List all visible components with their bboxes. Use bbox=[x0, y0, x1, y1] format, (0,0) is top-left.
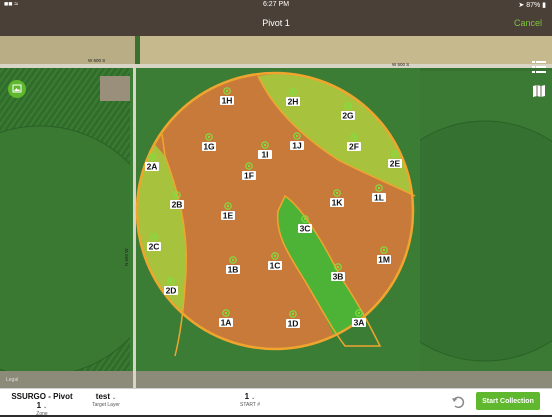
start-number-selector[interactable]: 1 ⌄ START # bbox=[232, 392, 268, 408]
farmstead bbox=[100, 76, 130, 101]
point-label: 1A bbox=[221, 318, 232, 328]
zone-value: SSURGO - Pivot 1 bbox=[11, 392, 73, 410]
point-label: 3C bbox=[300, 224, 311, 234]
target-layer-selector[interactable]: test ⌄ Target Layer bbox=[84, 392, 128, 408]
point-label: 3B bbox=[333, 272, 344, 282]
map-icon bbox=[533, 85, 545, 97]
zone-selector[interactable]: SSURGO - Pivot 1 ⌄ Zone bbox=[6, 392, 78, 417]
point-label: 1M bbox=[378, 255, 390, 265]
point-label: 1C bbox=[270, 261, 281, 271]
image-layer-button[interactable] bbox=[8, 80, 26, 98]
point-label: 3A bbox=[354, 318, 365, 328]
point-label: 1B bbox=[228, 265, 239, 275]
road-label-w600s: W 600 S bbox=[88, 58, 105, 63]
target-marker-center bbox=[247, 164, 251, 168]
target-marker-center bbox=[393, 152, 397, 156]
point-label: 1E bbox=[223, 211, 234, 221]
status-bar: ■■ ≈ 6:27 PM ➤ 87% ▮ bbox=[0, 0, 552, 12]
target-marker-center bbox=[352, 135, 356, 139]
nav-bar: Pivot 1 Cancel bbox=[0, 12, 552, 36]
point-label: 2C bbox=[149, 242, 160, 252]
point-label: 1J bbox=[292, 141, 302, 151]
road-label-w500s: W 500 S bbox=[392, 62, 409, 67]
point-label: 1G bbox=[203, 142, 215, 152]
status-battery: ➤ 87% ▮ bbox=[518, 2, 546, 9]
point-label: 2D bbox=[166, 286, 177, 296]
target-marker-center bbox=[382, 248, 386, 252]
target-marker-center bbox=[291, 90, 295, 94]
point-label: 1D bbox=[288, 319, 299, 329]
target-layer-label: Target Layer bbox=[92, 402, 120, 408]
target-marker-center bbox=[150, 155, 154, 159]
point-label: 1F bbox=[244, 171, 254, 181]
cancel-button[interactable]: Cancel bbox=[514, 18, 542, 28]
map-type-button[interactable] bbox=[532, 84, 546, 98]
target-marker-center bbox=[207, 135, 211, 139]
start-number-label: START # bbox=[239, 402, 260, 408]
target-marker-center bbox=[273, 254, 277, 258]
chevron-down-icon: ⌄ bbox=[251, 395, 256, 401]
target-marker-center bbox=[226, 204, 230, 208]
list-icon bbox=[532, 61, 546, 73]
point-label: 1L bbox=[374, 193, 384, 203]
undo-icon bbox=[452, 396, 465, 409]
target-marker-center bbox=[303, 217, 307, 221]
legal-link[interactable]: Legal bbox=[6, 377, 18, 383]
south-strip bbox=[0, 371, 552, 388]
target-layer-value: test bbox=[95, 392, 111, 401]
target-marker-center bbox=[377, 186, 381, 190]
field-map-svg[interactable]: W 600 S W 500 S N 650 W 1H 2H 2G 1G 1I 1J 2F 2A… bbox=[0, 36, 552, 388]
target-marker-center bbox=[225, 89, 229, 93]
target-marker-center bbox=[336, 265, 340, 269]
chevron-down-icon: ⌄ bbox=[112, 395, 117, 401]
target-marker-center bbox=[152, 235, 156, 239]
target-marker-center bbox=[346, 104, 350, 108]
road-vertical bbox=[133, 64, 136, 388]
page-title: Pivot 1 bbox=[262, 18, 290, 28]
target-marker-center bbox=[335, 191, 339, 195]
point-label: 1K bbox=[332, 198, 344, 208]
point-label: 1H bbox=[222, 96, 233, 106]
bottom-toolbar: SSURGO - Pivot 1 ⌄ Zone test ⌄ Target Laye… bbox=[0, 388, 552, 417]
target-marker-center bbox=[224, 311, 228, 315]
point-label: 1I bbox=[261, 150, 268, 160]
list-view-button[interactable] bbox=[532, 60, 546, 74]
image-icon bbox=[12, 84, 22, 93]
chevron-down-icon: ⌄ bbox=[43, 404, 48, 410]
undo-button[interactable] bbox=[450, 394, 466, 410]
field-north bbox=[140, 36, 552, 64]
target-marker-center bbox=[263, 143, 267, 147]
status-time: 6:27 PM bbox=[262, 1, 290, 8]
target-marker-center bbox=[231, 258, 235, 262]
point-label: 2G bbox=[342, 111, 354, 121]
zone-label: Zone bbox=[36, 411, 48, 417]
point-label: 2B bbox=[172, 200, 183, 210]
field-northwest bbox=[0, 36, 135, 64]
target-marker-center bbox=[175, 193, 179, 197]
target-marker-center bbox=[169, 279, 173, 283]
point-label: 2H bbox=[288, 97, 299, 107]
start-number-value: 1 bbox=[244, 392, 250, 401]
start-collection-button[interactable]: Start Collection bbox=[476, 392, 540, 410]
point-label: 2F bbox=[349, 142, 359, 152]
point-label: 2E bbox=[390, 159, 401, 169]
target-marker-center bbox=[357, 311, 361, 315]
road-label-n650w: N 650 W bbox=[124, 248, 129, 266]
battery-percent: 87% bbox=[526, 2, 541, 9]
road-horizontal bbox=[0, 64, 552, 68]
target-marker-center bbox=[291, 312, 295, 316]
map-view[interactable]: W 600 S W 500 S N 650 W 1H 2H 2G 1G 1I 1J 2F 2A… bbox=[0, 36, 552, 388]
target-marker-center bbox=[295, 134, 299, 138]
point-label: 2A bbox=[147, 162, 158, 172]
